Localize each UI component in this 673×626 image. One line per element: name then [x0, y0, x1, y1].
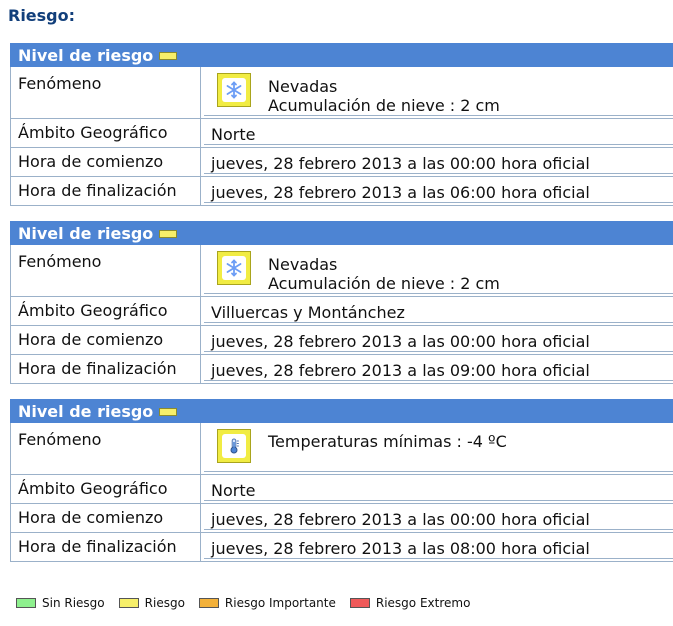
legend-label: Riesgo Importante [224, 596, 336, 610]
phenomenon-name: Nevadas [268, 255, 338, 274]
legend-swatch-orange [198, 598, 219, 608]
phenomenon-label: Fenómeno [10, 245, 201, 296]
start-time-label: Hora de comienzo [10, 326, 201, 354]
area-value: Villuercas y Montánchez [211, 303, 405, 322]
phenomenon-label: Fenómeno [10, 423, 201, 474]
end-time-value-cell: jueves, 28 febrero 2013 a las 08:00 hora… [201, 533, 673, 561]
end-time-row: Hora de finalización jueves, 28 febrero … [10, 355, 673, 384]
area-value-cell: Norte [201, 119, 673, 147]
phenomenon-label: Fenómeno [10, 67, 201, 118]
snowflake-icon [217, 73, 251, 107]
end-time-row: Hora de finalización jueves, 28 febrero … [10, 177, 673, 206]
risk-level-swatch [159, 51, 178, 60]
start-time-value-cell: jueves, 28 febrero 2013 a las 00:00 hora… [201, 326, 673, 354]
start-time-row: Hora de comienzo jueves, 28 febrero 2013… [10, 326, 673, 355]
area-row: Ámbito Geográfico Norte [10, 119, 673, 148]
thermometer-icon [217, 429, 251, 463]
phenomenon-value: Nevadas Acumulación de nieve : 2 cm [201, 245, 673, 296]
start-time-value: jueves, 28 febrero 2013 a las 00:00 hora… [211, 510, 590, 529]
risk-level-header: Nivel de riesgo [10, 43, 673, 67]
start-time-value-cell: jueves, 28 febrero 2013 a las 00:00 hora… [201, 504, 673, 532]
start-time-value: jueves, 28 febrero 2013 a las 00:00 hora… [211, 332, 590, 351]
risk-block-3: Nivel de riesgo Fenómeno Temperaturas mí… [10, 399, 673, 562]
phenomenon-detail: Acumulación de nieve : 2 cm [268, 274, 500, 293]
phenomenon-value: Nevadas Acumulación de nieve : 2 cm [201, 67, 673, 118]
end-time-label: Hora de finalización [10, 177, 201, 205]
legend-swatch-green [16, 598, 36, 608]
risk-legend: Sin Riesgo Riesgo Riesgo Importante Ries… [16, 596, 484, 610]
phenomenon-row: Fenómeno Nevadas Acumulación de nieve: … [10, 245, 673, 297]
risk-level-header: Nivel de riesgo [10, 221, 673, 245]
legend-item-sin-riesgo: Sin Riesgo [16, 596, 105, 610]
end-time-value: jueves, 28 febrero 2013 a las 08:00 hora… [211, 539, 590, 558]
area-value: Norte [211, 125, 256, 144]
page-title: Riesgo: [8, 6, 76, 25]
area-label: Ámbito Geográfico [10, 119, 201, 147]
risk-block-1: Nivel de riesgo Fenómeno Nevadas Acumula… [10, 43, 673, 206]
risk-level-title: Nivel de riesgo [18, 401, 154, 421]
legend-swatch-yellow [118, 598, 139, 608]
risk-level-title: Nivel de riesgo [18, 45, 154, 65]
phenomenon-detail: Acumulación de nieve : 2 cm [268, 96, 500, 115]
start-time-row: Hora de comienzo jueves, 28 febrero 2013… [10, 504, 673, 533]
end-time-row: Hora de finalización jueves, 28 febrero … [10, 533, 673, 562]
legend-item-riesgo-extremo: Riesgo Extremo [349, 596, 471, 610]
legend-item-riesgo: Riesgo [118, 596, 185, 610]
end-time-label: Hora de finalización [10, 355, 201, 383]
phenomenon-row: Fenómeno Nevadas Acumulación de nieve: … [10, 67, 673, 119]
risk-level-title: Nivel de riesgo [18, 223, 154, 243]
legend-swatch-red [349, 598, 370, 608]
risk-block-2: Nivel de riesgo Fenómeno Nevadas Acumula… [10, 221, 673, 384]
end-time-label: Hora de finalización [10, 533, 201, 561]
end-time-value: jueves, 28 febrero 2013 a las 09:00 hora… [211, 361, 590, 380]
legend-label: Sin Riesgo [42, 596, 105, 610]
phenomenon-name: Temperaturas mínimas : -4 ºC [268, 432, 507, 451]
phenomenon-row: Fenómeno Temperaturas mínimas : -4 ºC [10, 423, 673, 475]
area-value-cell: Villuercas y Montánchez [201, 297, 673, 325]
end-time-value-cell: jueves, 28 febrero 2013 a las 06:00 hora… [201, 177, 673, 205]
area-row: Ámbito Geográfico Norte [10, 475, 673, 504]
start-time-label: Hora de comienzo [10, 504, 201, 532]
area-value-cell: Norte [201, 475, 673, 503]
end-time-value-cell: jueves, 28 febrero 2013 a las 09:00 hora… [201, 355, 673, 383]
start-time-value: jueves, 28 febrero 2013 a las 00:00 hora… [211, 154, 590, 173]
legend-label: Riesgo Extremo [375, 596, 471, 610]
area-label: Ámbito Geográfico [10, 475, 201, 503]
start-time-value-cell: jueves, 28 febrero 2013 a las 00:00 hora… [201, 148, 673, 176]
risk-level-header: Nivel de riesgo [10, 399, 673, 423]
risk-level-swatch [159, 407, 178, 416]
snowflake-icon [217, 251, 251, 285]
legend-label: Riesgo [144, 596, 185, 610]
phenomenon-value: Temperaturas mínimas : -4 ºC [201, 423, 673, 474]
end-time-value: jueves, 28 febrero 2013 a las 06:00 hora… [211, 183, 590, 202]
risk-level-swatch [159, 229, 178, 238]
area-label: Ámbito Geográfico [10, 297, 201, 325]
start-time-row: Hora de comienzo jueves, 28 febrero 2013… [10, 148, 673, 177]
area-row: Ámbito Geográfico Villuercas y Montánche… [10, 297, 673, 326]
start-time-label: Hora de comienzo [10, 148, 201, 176]
phenomenon-name: Nevadas [268, 77, 338, 96]
area-value: Norte [211, 481, 256, 500]
legend-item-riesgo-importante: Riesgo Importante [198, 596, 336, 610]
